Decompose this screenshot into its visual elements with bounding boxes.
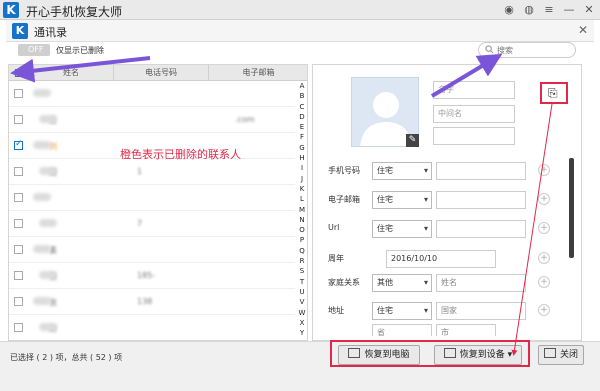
- arrow-to-search: [430, 53, 503, 98]
- arrow-to-toggle: [10, 56, 151, 83]
- annotation-arrows: [10, 53, 553, 356]
- arrow-export-to-restore: [511, 103, 553, 356]
